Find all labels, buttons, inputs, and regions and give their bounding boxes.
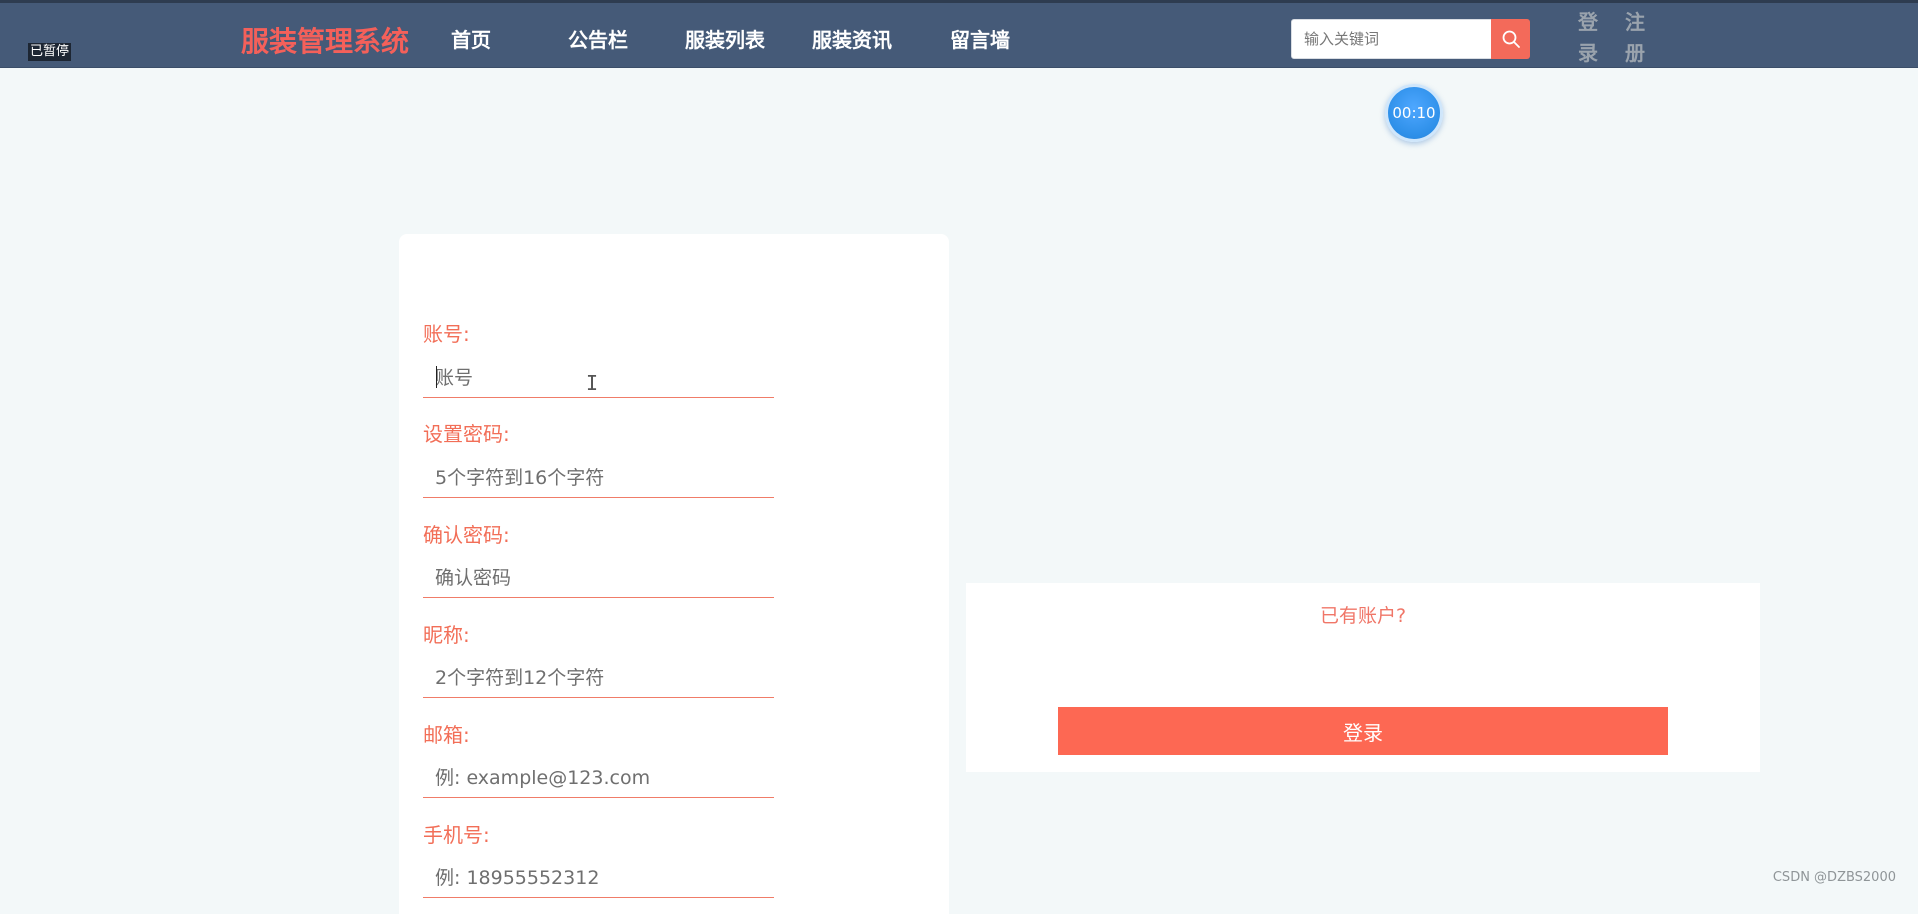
watermark: CSDN @DZBS2000 xyxy=(1773,870,1896,885)
email-input[interactable] xyxy=(423,758,774,798)
confirm-password-label: 确认密码: xyxy=(423,519,510,548)
top-navbar: 已暂停 服装管理系统 首页 公告栏 服装列表 服装资讯 留言墙 登录 注册 xyxy=(0,0,1918,68)
confirm-password-input[interactable] xyxy=(423,558,774,598)
login-prompt-panel: 已有账户? 登录 xyxy=(966,583,1760,772)
password-label: 设置密码: xyxy=(423,418,510,447)
nickname-label: 昵称: xyxy=(423,619,470,648)
ibeam-cursor-icon: I xyxy=(586,373,598,393)
nav-clothing-news[interactable]: 服装资讯 xyxy=(812,24,892,53)
nav-home[interactable]: 首页 xyxy=(451,24,491,53)
account-input[interactable] xyxy=(423,358,774,398)
recording-timer-badge: 00:10 xyxy=(1385,84,1443,142)
nav-message-wall[interactable]: 留言墙 xyxy=(950,24,1010,53)
phone-input[interactable] xyxy=(423,858,774,898)
login-button[interactable]: 登录 xyxy=(1058,707,1668,755)
nickname-input[interactable] xyxy=(423,658,774,698)
email-label: 邮箱: xyxy=(423,719,470,748)
paused-indicator: 已暂停 xyxy=(28,43,71,61)
password-input[interactable] xyxy=(423,458,774,498)
existing-account-hint: 已有账户? xyxy=(966,601,1760,628)
register-link[interactable]: 注册 xyxy=(1623,7,1647,69)
register-form-card: 账号: 设置密码: 确认密码: 昵称: 邮箱: 手机号: xyxy=(399,234,949,914)
login-link[interactable]: 登录 xyxy=(1576,7,1600,69)
text-caret xyxy=(436,366,437,388)
nav-announcements[interactable]: 公告栏 xyxy=(568,24,628,53)
search-button[interactable] xyxy=(1491,19,1530,59)
account-label: 账号: xyxy=(423,318,470,347)
nav-clothing-list[interactable]: 服装列表 xyxy=(685,24,765,53)
site-brand[interactable]: 服装管理系统 xyxy=(241,20,409,60)
phone-label: 手机号: xyxy=(423,819,490,848)
search-input[interactable] xyxy=(1291,19,1492,59)
search-icon xyxy=(1501,29,1521,49)
